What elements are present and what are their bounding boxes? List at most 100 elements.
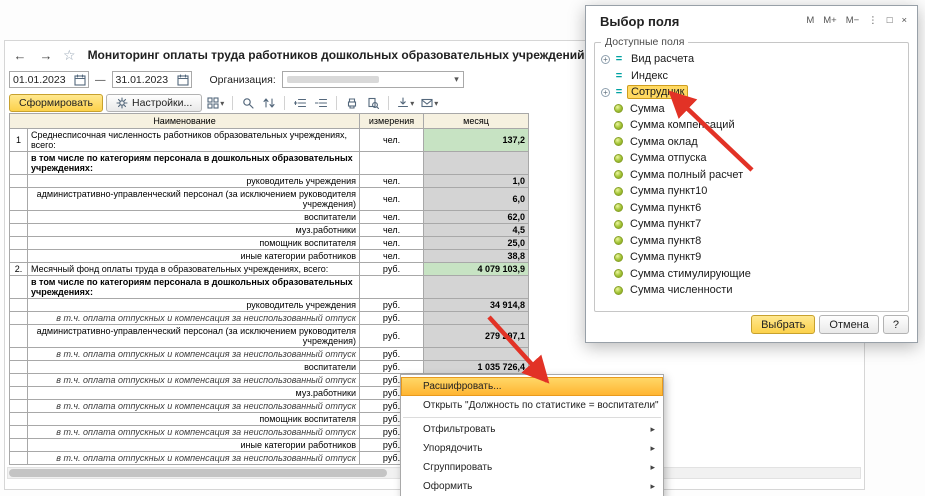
period-to-input[interactable]: 31.01.2023 [112, 71, 192, 88]
search-button[interactable] [239, 94, 257, 112]
table-cell-value[interactable]: 6,0 [424, 188, 529, 211]
field-item[interactable]: Сумма пункт10 [599, 183, 904, 200]
table-cell-value[interactable]: 279 297,1 [424, 325, 529, 348]
table-cell-num[interactable] [10, 400, 28, 413]
help-button[interactable]: ? [883, 315, 909, 334]
calendar-icon[interactable] [74, 74, 86, 86]
favorite-star-icon[interactable]: ☆ [63, 47, 76, 64]
table-cell-unit[interactable]: руб. [360, 299, 424, 312]
dropdown-icon[interactable]: ▾ [454, 74, 463, 85]
table-cell-value[interactable]: 1 035 726,4 [424, 361, 529, 374]
table-cell-name[interactable]: руководитель учреждения [28, 299, 360, 312]
expand-groups-button[interactable] [291, 94, 309, 112]
table-cell-name[interactable]: Среднесписочная численность работников о… [28, 129, 360, 152]
table-cell-value[interactable]: 4 079 103,9 [424, 263, 529, 276]
table-cell-num[interactable] [10, 452, 28, 465]
table-cell-unit[interactable]: руб. [360, 263, 424, 276]
table-cell-name[interactable]: в т.ч. оплата отпускных и компенсация за… [28, 312, 360, 325]
table-cell-num[interactable] [10, 250, 28, 263]
table-cell-unit[interactable]: чел. [360, 224, 424, 237]
table-cell-name[interactable]: воспитатели [28, 361, 360, 374]
table-cell-unit[interactable]: руб. [360, 312, 424, 325]
table-cell-num[interactable] [10, 312, 28, 325]
column-header-unit[interactable]: измерения [360, 114, 424, 129]
table-cell-name[interactable]: административно-управленческий персонал … [28, 325, 360, 348]
forward-button[interactable]: → [35, 46, 57, 64]
table-cell-num[interactable] [10, 175, 28, 188]
field-item[interactable]: +=Сотрудник [599, 84, 904, 101]
table-cell-value[interactable]: 34 914,8 [424, 299, 529, 312]
field-item[interactable]: Сумма компенсаций [599, 117, 904, 134]
menu-item[interactable]: Упорядочить▸ [401, 439, 663, 458]
table-cell-name[interactable]: в том числе по категориям персонала в до… [28, 276, 360, 299]
field-item[interactable]: =Индекс [599, 68, 904, 85]
menu-item[interactable]: Отфильтровать▸ [401, 420, 663, 439]
table-cell-unit[interactable]: чел. [360, 175, 424, 188]
table-cell-num[interactable] [10, 413, 28, 426]
table-cell-name[interactable]: административно-управленческий персонал … [28, 188, 360, 211]
table-cell-num[interactable] [10, 276, 28, 299]
table-cell-name[interactable]: Месячный фонд оплаты труда в образовател… [28, 263, 360, 276]
dialog-scale-plus-button[interactable]: М+ [823, 15, 836, 26]
expand-icon[interactable]: + [601, 55, 610, 64]
dialog-more-menu-button[interactable]: ⋮ [868, 15, 878, 26]
table-cell-num[interactable] [10, 152, 28, 175]
table-cell-value[interactable]: 137,2 [424, 129, 529, 152]
collapse-groups-button[interactable] [312, 94, 330, 112]
table-cell-num[interactable] [10, 211, 28, 224]
table-cell-name[interactable]: воспитатели [28, 211, 360, 224]
print-preview-button[interactable] [364, 94, 382, 112]
calendar-icon[interactable] [177, 74, 189, 86]
table-cell-name[interactable]: в т.ч. оплата отпускных и компенсация за… [28, 426, 360, 439]
field-item[interactable]: Сумма оклад [599, 134, 904, 151]
table-cell-name[interactable]: иные категории работников [28, 250, 360, 263]
table-cell-value[interactable]: 4,5 [424, 224, 529, 237]
save-button[interactable]: ▾ [395, 94, 416, 112]
table-cell-value[interactable]: 38,8 [424, 250, 529, 263]
field-item[interactable]: Сумма пункт7 [599, 216, 904, 233]
field-item[interactable]: Сумма численности [599, 282, 904, 299]
table-cell-num[interactable] [10, 325, 28, 348]
sort-button[interactable] [260, 94, 278, 112]
table-cell-name[interactable]: в т.ч. оплата отпускных и компенсация за… [28, 452, 360, 465]
table-cell-unit[interactable]: чел. [360, 237, 424, 250]
field-item[interactable]: Сумма полный расчет [599, 167, 904, 184]
table-cell-num[interactable] [10, 224, 28, 237]
table-cell-value[interactable] [424, 276, 529, 299]
table-cell-value[interactable]: 25,0 [424, 237, 529, 250]
table-cell-unit[interactable]: руб. [360, 361, 424, 374]
field-item[interactable]: Сумма [599, 101, 904, 118]
table-cell-num[interactable] [10, 188, 28, 211]
table-cell-num[interactable] [10, 387, 28, 400]
dialog-scale-minus-button[interactable]: М− [846, 15, 859, 26]
table-cell-num[interactable] [10, 237, 28, 250]
table-cell-unit[interactable]: руб. [360, 325, 424, 348]
back-button[interactable]: ← [9, 46, 31, 64]
field-item[interactable]: Сумма стимулирующие [599, 266, 904, 283]
send-email-button[interactable]: ▾ [419, 94, 440, 112]
table-cell-num[interactable]: 1 [10, 129, 28, 152]
column-header-name[interactable]: Наименование [10, 114, 360, 129]
table-cell-num[interactable] [10, 299, 28, 312]
field-item[interactable]: Сумма отпуска [599, 150, 904, 167]
table-cell-name[interactable]: в т.ч. оплата отпускных и компенсация за… [28, 348, 360, 361]
table-cell-unit[interactable]: чел. [360, 188, 424, 211]
settings-button[interactable]: Настройки... [106, 94, 202, 112]
field-item[interactable]: Сумма пункт9 [599, 249, 904, 266]
field-item[interactable]: +=Вид расчета [599, 51, 904, 68]
column-header-month[interactable]: месяц [424, 114, 529, 129]
table-cell-num[interactable] [10, 426, 28, 439]
table-cell-unit[interactable] [360, 276, 424, 299]
table-cell-name[interactable]: муз.работники [28, 224, 360, 237]
table-cell-value[interactable]: 1,0 [424, 175, 529, 188]
dialog-scale-default-button[interactable]: М [806, 15, 814, 26]
scrollbar-thumb[interactable] [9, 469, 387, 477]
field-item[interactable]: Сумма пункт6 [599, 200, 904, 217]
report-variants-button[interactable]: ▾ [205, 94, 226, 112]
cancel-button[interactable]: Отмена [819, 315, 878, 334]
table-cell-value[interactable] [424, 152, 529, 175]
table-cell-unit[interactable]: чел. [360, 129, 424, 152]
table-cell-name[interactable]: в том числе по категориям персонала в до… [28, 152, 360, 175]
organization-input[interactable]: ▾ [282, 71, 464, 88]
table-cell-num[interactable] [10, 374, 28, 387]
